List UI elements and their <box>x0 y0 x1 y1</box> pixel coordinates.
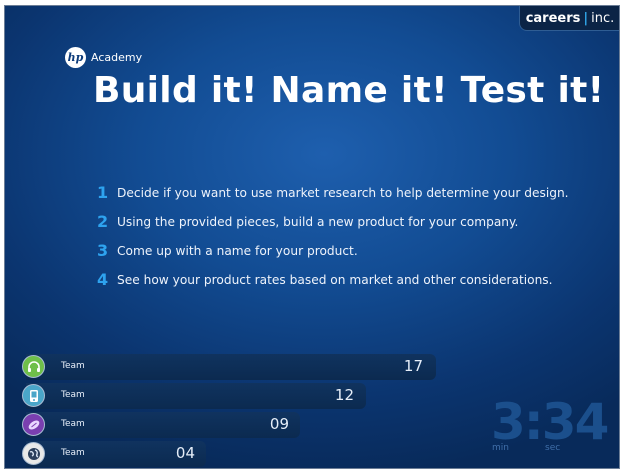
globe-icon <box>22 442 45 465</box>
brand-suffix: inc. <box>591 10 615 26</box>
careers-inc-logo: careers | inc. <box>519 6 619 31</box>
instruction-step: 4 See how your product rates based on ma… <box>97 265 569 294</box>
timer-min-label: min <box>492 443 509 453</box>
team-name: Team Sports <box>61 419 90 458</box>
step-number: 4 <box>97 270 109 289</box>
step-number: 2 <box>97 212 109 231</box>
academy-label: Academy <box>91 51 143 64</box>
football-icon <box>22 413 45 436</box>
team-name: Team Tech <box>61 390 85 429</box>
step-text: Come up with a name for your product. <box>117 243 358 258</box>
team-score: 04 <box>175 444 195 462</box>
instruction-step: 3 Come up with a name for your product. <box>97 236 569 265</box>
step-number: 3 <box>97 241 109 260</box>
brand-name: careers <box>525 10 581 26</box>
page-title: Build it! Name it! Test it! <box>93 70 605 111</box>
headphones-icon <box>22 355 45 378</box>
team-score: 09 <box>269 415 289 433</box>
hp-logo-icon: hp <box>65 47 86 68</box>
team-name: Team Media <box>61 361 88 400</box>
instruction-step: 2 Using the provided pieces, build a new… <box>97 207 569 236</box>
team-name: Team Earth <box>61 448 85 458</box>
app-screen: careers | inc. hp Academy Build it! Name… <box>4 5 620 469</box>
phone-icon <box>22 384 45 407</box>
instruction-list: 1 Decide if you want to use market resea… <box>97 178 569 294</box>
step-text: See how your product rates based on mark… <box>117 272 553 287</box>
step-text: Using the provided pieces, build a new p… <box>117 214 519 229</box>
step-text: Decide if you want to use market researc… <box>117 185 569 200</box>
timer-sec-label: sec <box>545 443 561 453</box>
step-number: 1 <box>97 183 109 202</box>
team-score: 17 <box>403 357 423 375</box>
brand-separator: | <box>583 10 589 26</box>
hp-academy-logo: hp Academy <box>65 47 142 68</box>
instruction-step: 1 Decide if you want to use market resea… <box>97 178 569 207</box>
team-score: 12 <box>334 386 354 404</box>
